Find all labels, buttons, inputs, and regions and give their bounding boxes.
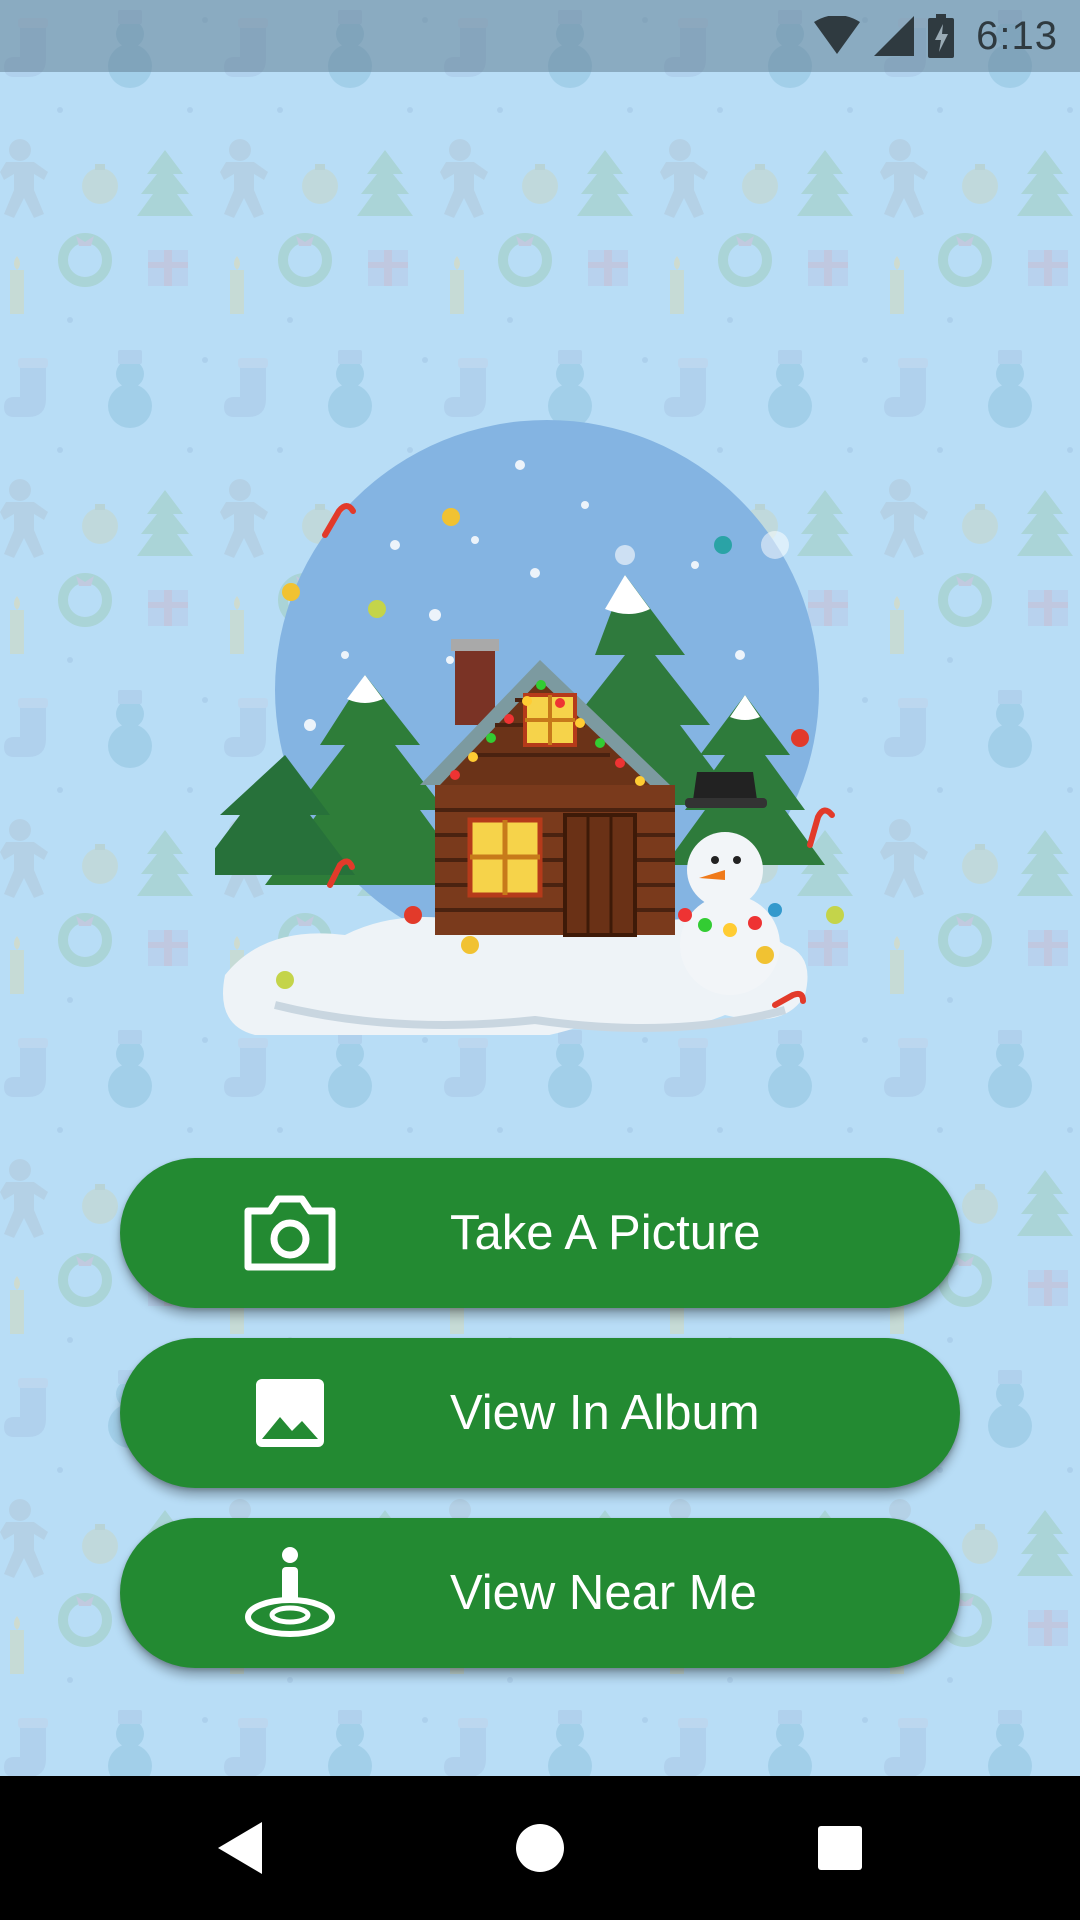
- view-in-album-button[interactable]: View In Album: [120, 1338, 960, 1488]
- image-icon: [256, 1379, 324, 1447]
- status-icons: 6:13: [814, 0, 1058, 72]
- take-picture-button[interactable]: Take A Picture: [120, 1158, 960, 1308]
- app-background: [0, 0, 1080, 1776]
- home-icon[interactable]: [492, 1800, 588, 1896]
- location-person-icon: [245, 1547, 335, 1637]
- screen: 6:13 Take A Picture View In Album View N…: [0, 0, 1080, 1920]
- wifi-icon: [814, 16, 861, 54]
- christmas-cabin-illustration: [215, 420, 844, 1035]
- view-near-me-label: View Near Me: [450, 1566, 757, 1620]
- take-picture-label: Take A Picture: [450, 1206, 761, 1260]
- cellular-signal-icon: [874, 16, 915, 56]
- status-time: 6:13: [976, 13, 1058, 58]
- view-near-me-button[interactable]: View Near Me: [120, 1518, 960, 1668]
- view-in-album-label: View In Album: [450, 1386, 760, 1440]
- battery-charging-icon: [928, 14, 955, 58]
- camera-icon: [244, 1195, 336, 1271]
- recents-icon[interactable]: [792, 1800, 888, 1896]
- status-bar: 6:13: [0, 0, 1080, 72]
- navigation-bar: [0, 1776, 1080, 1920]
- back-icon[interactable]: [192, 1800, 288, 1896]
